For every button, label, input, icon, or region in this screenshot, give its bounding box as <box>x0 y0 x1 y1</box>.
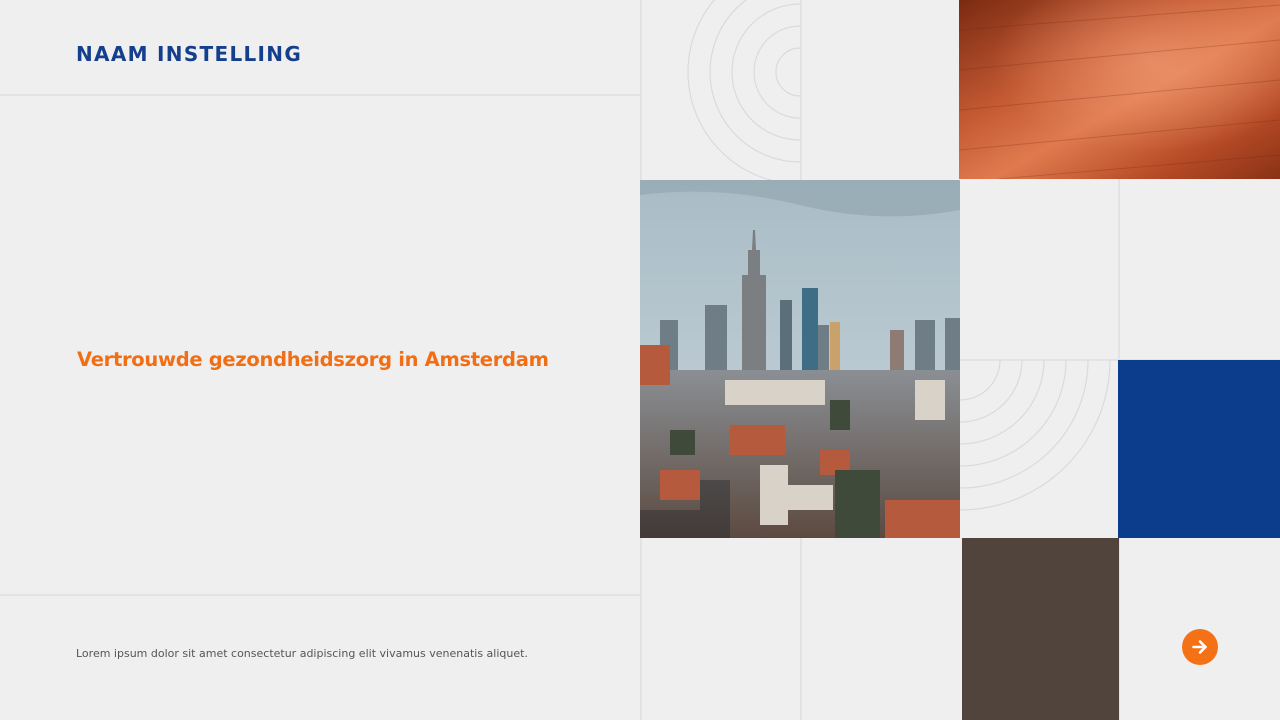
next-button[interactable] <box>1182 629 1218 665</box>
brown-color-block <box>962 538 1119 720</box>
copper-texture-image <box>959 0 1280 179</box>
hero-tagline: Vertrouwde gezondheidszorg in Amsterdam <box>77 348 549 371</box>
footer-divider <box>0 594 640 596</box>
header-divider <box>0 94 640 96</box>
footer-body-text: Lorem ipsum dolor sit amet consectetur a… <box>76 647 528 660</box>
arrow-right-icon <box>1192 640 1207 654</box>
city-skyline-image <box>640 180 960 538</box>
concentric-arcs-decoration <box>687 0 800 180</box>
blue-color-block <box>1118 360 1280 538</box>
institution-name: NAAM INSTELLING <box>76 42 303 66</box>
concentric-arcs-decoration <box>960 360 1111 511</box>
